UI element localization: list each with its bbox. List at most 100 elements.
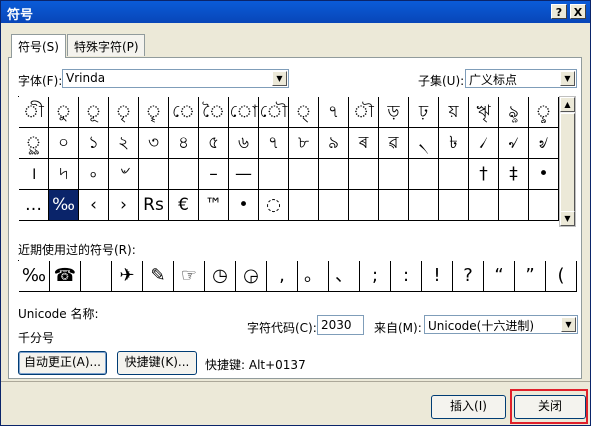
recent-symbol-cell[interactable]: , [267, 261, 298, 292]
scroll-down-arrow-icon[interactable]: ▼ [560, 211, 575, 226]
recent-symbol-cell[interactable]: ‰ [19, 261, 50, 292]
tab-symbols[interactable]: 符号(S) [11, 34, 66, 58]
symbol-cell[interactable]: ৮ [289, 128, 319, 159]
symbol-cell[interactable]: ু [49, 97, 79, 128]
symbol-cell[interactable] [349, 190, 379, 221]
symbol-cell[interactable]: … [19, 190, 49, 221]
recent-symbol-cell[interactable]: 、 [329, 261, 360, 292]
symbol-cell[interactable]: ৡ [499, 97, 529, 128]
symbol-cell[interactable]: ◌ [259, 190, 289, 221]
symbol-cell[interactable]: ূ [79, 97, 109, 128]
symbol-cell[interactable]: ৰ [349, 128, 379, 159]
symbol-cell[interactable] [439, 190, 469, 221]
symbol-cell[interactable]: ৸ [49, 159, 79, 190]
symbol-cell[interactable]: ‹ [79, 190, 109, 221]
shortcut-key-button[interactable]: 快捷键(K)... [117, 351, 197, 375]
symbol-cell[interactable]: ০ [49, 128, 79, 159]
symbol-cell[interactable]: ৲ [409, 128, 439, 159]
symbol-cell[interactable] [379, 159, 409, 190]
symbol-cell[interactable]: ৭ [319, 97, 349, 128]
close-window-button[interactable]: X [570, 4, 586, 19]
symbol-cell[interactable] [409, 190, 439, 221]
symbol-cell[interactable]: ৶ [529, 128, 559, 159]
recent-symbol-cell[interactable]: 。 [298, 261, 329, 292]
symbol-cell[interactable]: ে [169, 97, 199, 128]
recent-symbol-cell[interactable]: ” [515, 261, 546, 292]
symbol-cell[interactable]: ্ [289, 97, 319, 128]
symbol-cell[interactable]: ঢ় [409, 97, 439, 128]
symbol-cell[interactable]: য় [439, 97, 469, 128]
symbol-cell[interactable]: ৢ [529, 97, 559, 128]
symbol-cell[interactable]: ী [19, 97, 49, 128]
subset-select[interactable]: 广义标点 ▼ [465, 69, 577, 88]
recent-symbol-cell[interactable]: ✎ [143, 261, 174, 292]
symbol-cell[interactable]: ৳ [439, 128, 469, 159]
recent-symbol-cell[interactable]: ! [422, 261, 453, 292]
recent-symbol-cell[interactable]: : [391, 261, 422, 292]
recent-symbol-cell[interactable]: “ [484, 261, 515, 292]
symbol-cell[interactable]: ৵ [499, 128, 529, 159]
symbol-cell[interactable]: ২ [109, 128, 139, 159]
symbol-cell[interactable]: Rs [139, 190, 169, 221]
symbol-cell[interactable]: † [469, 159, 499, 190]
recent-symbol-cell[interactable]: ? [453, 261, 484, 292]
symbol-cell[interactable]: ৗ [349, 97, 379, 128]
insert-button[interactable]: 插入(I) [431, 395, 506, 419]
symbol-cell[interactable] [529, 190, 559, 221]
recent-symbol-cell[interactable]: ✈ [112, 261, 143, 292]
symbol-cell[interactable]: ৩ [139, 128, 169, 159]
recent-symbol-cell[interactable]: ( [546, 261, 577, 292]
symbol-cell[interactable] [379, 190, 409, 221]
symbol-cell[interactable] [169, 159, 199, 190]
symbol-cell[interactable]: ৭ [259, 128, 289, 159]
symbol-cell[interactable]: ৴ [469, 128, 499, 159]
symbol-grid-scrollbar[interactable]: ▲ ▼ [559, 96, 576, 227]
symbol-cell[interactable]: • [529, 159, 559, 190]
symbol-cell[interactable] [289, 159, 319, 190]
recent-symbol-cell[interactable]: ◶ [236, 261, 267, 292]
symbol-cell[interactable]: — [229, 159, 259, 190]
symbol-cell[interactable] [439, 159, 469, 190]
symbol-cell[interactable]: । [19, 159, 49, 190]
symbol-cell[interactable] [349, 159, 379, 190]
symbol-cell[interactable]: ৈ [199, 97, 229, 128]
symbol-cell[interactable]: ো [229, 97, 259, 128]
symbol-cell[interactable]: ১ [79, 128, 109, 159]
tab-special-characters[interactable]: 特殊字符(P) [67, 34, 145, 56]
symbol-cell[interactable]: ৱ [379, 128, 409, 159]
symbol-cell[interactable]: ৌ [259, 97, 289, 128]
recent-symbol-cell[interactable]: ◷ [205, 261, 236, 292]
symbol-cell[interactable]: ৃ [109, 97, 139, 128]
symbol-cell[interactable] [319, 190, 349, 221]
symbol-cell[interactable]: – [199, 159, 229, 190]
symbol-cell[interactable]: ‰ [49, 190, 79, 221]
symbol-cell[interactable]: ৠ [469, 97, 499, 128]
symbol-cell[interactable]: ৪ [169, 128, 199, 159]
symbol-cell[interactable] [139, 159, 169, 190]
symbol-cell[interactable]: ৬ [229, 128, 259, 159]
symbol-cell[interactable] [319, 159, 349, 190]
symbol-cell[interactable]: • [229, 190, 259, 221]
chevron-down-icon[interactable]: ▼ [272, 71, 287, 86]
symbol-cell[interactable] [289, 190, 319, 221]
symbol-cell[interactable]: › [109, 190, 139, 221]
symbol-cell[interactable]: ৹ [79, 159, 109, 190]
from-select[interactable]: Unicode(十六进制) ▼ [424, 315, 578, 334]
recent-symbol-cell[interactable]: ☞ [174, 261, 205, 292]
font-select[interactable]: Vrinda ▼ [62, 69, 289, 88]
chevron-down-icon[interactable]: ▼ [560, 71, 575, 86]
symbol-cell[interactable] [409, 159, 439, 190]
symbol-cell[interactable]: ৄ [139, 97, 169, 128]
symbol-cell[interactable]: ড় [379, 97, 409, 128]
recent-symbol-cell[interactable] [81, 261, 112, 292]
autocorrect-button[interactable]: 自动更正(A)... [18, 351, 107, 375]
char-code-input[interactable]: 2030 [317, 315, 364, 335]
recent-symbol-cell[interactable]: ☎ [50, 261, 81, 292]
scroll-up-arrow-icon[interactable]: ▲ [560, 97, 575, 112]
scroll-thumb[interactable] [560, 113, 575, 215]
symbol-cell[interactable] [499, 190, 529, 221]
symbol-cell[interactable]: ৯ [319, 128, 349, 159]
symbol-cell[interactable]: ‡ [499, 159, 529, 190]
symbol-cell[interactable]: ৫ [199, 128, 229, 159]
chevron-down-icon[interactable]: ▼ [561, 317, 576, 332]
